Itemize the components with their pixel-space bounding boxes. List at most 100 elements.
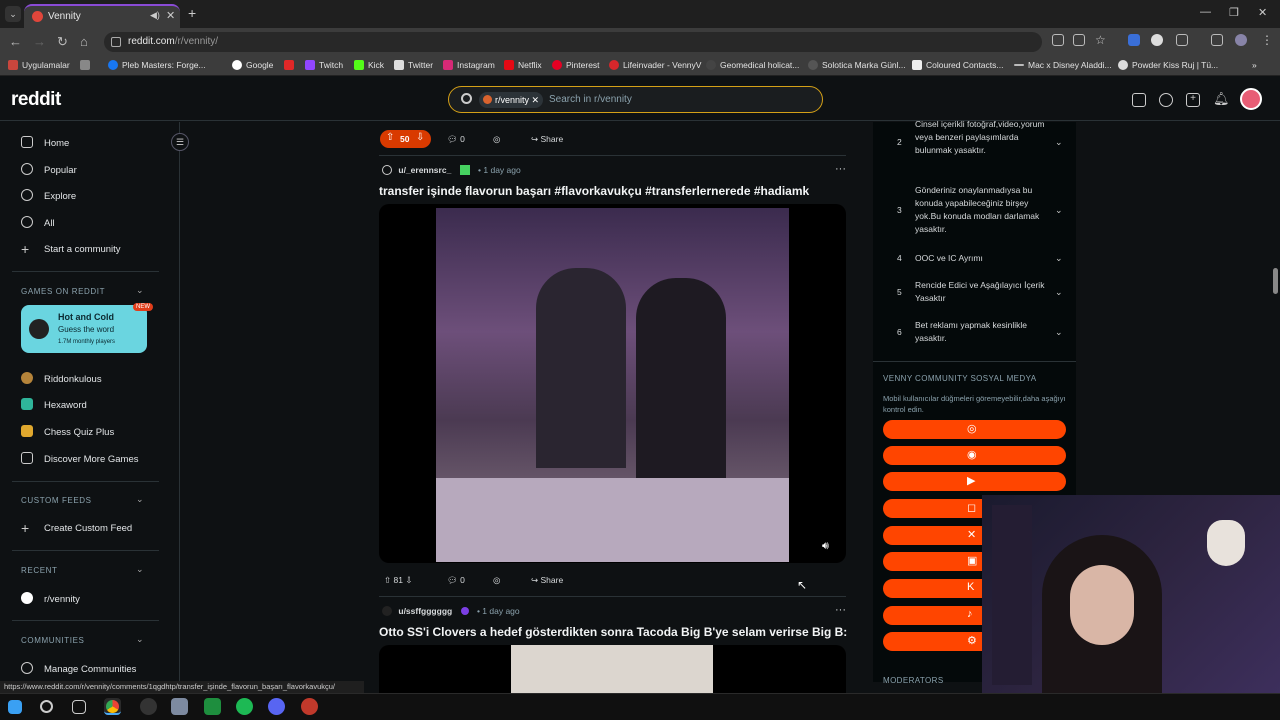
youtube-button[interactable]: ▶ bbox=[883, 472, 1066, 491]
rule-item[interactable]: 6 Bet reklamı yapmak kesinlikle yasaktır.… bbox=[883, 319, 1063, 347]
globe-button[interactable]: ◎ bbox=[883, 420, 1066, 439]
new-tab-button[interactable]: + bbox=[188, 5, 196, 21]
extension-icon[interactable] bbox=[1128, 34, 1140, 46]
bookmark-item[interactable]: Twitch bbox=[305, 60, 343, 70]
game-item[interactable]: Chess Quiz Plus bbox=[21, 425, 114, 438]
more-options-icon[interactable]: ··· bbox=[835, 604, 846, 616]
nav-start-community[interactable]: + Start a community bbox=[21, 242, 121, 256]
rule-item[interactable]: 2 Cinsel içerikli fotoğraf,video,yorum ve… bbox=[883, 118, 1063, 172]
bookmark-item[interactable]: Twitter bbox=[394, 60, 433, 70]
game-item[interactable]: Discover More Games bbox=[21, 452, 139, 465]
audio-icon[interactable]: ◀) bbox=[150, 10, 160, 21]
share-button[interactable]: ↪ Share bbox=[531, 134, 563, 145]
bookmark-item[interactable]: Netflix bbox=[504, 60, 542, 70]
comments-button[interactable]: 💬︎ 0 bbox=[447, 134, 465, 145]
back-icon[interactable]: ← bbox=[9, 34, 22, 49]
award-icon[interactable]: ◎ bbox=[493, 575, 500, 586]
minimize-button[interactable]: — bbox=[1200, 6, 1211, 18]
game-item[interactable]: Hexaword bbox=[21, 398, 87, 411]
chevron-down-icon[interactable]: ⌄ bbox=[136, 634, 144, 645]
create-post-icon[interactable]: + bbox=[1186, 93, 1200, 107]
bookmark-item[interactable] bbox=[80, 60, 94, 70]
advertise-icon[interactable] bbox=[1132, 93, 1146, 107]
avatar[interactable] bbox=[1240, 88, 1262, 110]
bookmark-item[interactable]: Powder Kiss Ruj | Tü... bbox=[1118, 60, 1218, 70]
vote-pill[interactable]: ⇧ 50 ⇩ bbox=[380, 130, 431, 148]
post-author[interactable]: u/_erennsrc_ bbox=[398, 165, 451, 175]
obs-icon[interactable] bbox=[140, 698, 157, 715]
post-image[interactable] bbox=[379, 645, 846, 693]
vote-pill[interactable]: ⇧ 81 ⇩ bbox=[384, 575, 412, 586]
windows-start-icon[interactable] bbox=[8, 700, 22, 714]
post-title[interactable]: Otto SS'i Clovers a hedef gösterdikten s… bbox=[379, 625, 847, 639]
share-button[interactable]: ↪ Share bbox=[531, 575, 563, 586]
bookmark-item[interactable]: Pleb Masters: Forge... bbox=[108, 60, 206, 70]
bookmark-star-icon[interactable]: ☆ bbox=[1095, 33, 1106, 47]
forward-icon[interactable]: → bbox=[33, 34, 46, 49]
rule-item[interactable]: 4 OOC ve IC Ayrımı ⌄ bbox=[883, 252, 1063, 266]
subreddit-search-chip[interactable]: r/vennity ✕ bbox=[479, 92, 544, 108]
extensions-puzzle-icon[interactable] bbox=[1176, 34, 1188, 46]
rule-item[interactable]: 3 Gönderiniz onaylanmadıysa bu konuda yap… bbox=[883, 184, 1063, 238]
extension-icon[interactable] bbox=[1151, 34, 1163, 46]
bookmark-item[interactable]: Coloured Contacts... bbox=[912, 60, 1003, 70]
featured-game-card[interactable]: Hot and Cold Guess the word 1.7M monthly… bbox=[21, 303, 153, 353]
bookmark-item[interactable]: Lifeinvader - VennyV bbox=[609, 60, 701, 70]
post-author[interactable]: u/ssffgggggg bbox=[398, 606, 452, 616]
browser-tab[interactable]: Vennity ◀) ✕ bbox=[24, 4, 180, 28]
recent-item[interactable]: r/vennity bbox=[21, 592, 80, 605]
chrome-icon[interactable] bbox=[104, 698, 121, 715]
profile-icon[interactable] bbox=[1235, 34, 1247, 46]
close-tab-icon[interactable]: ✕ bbox=[166, 9, 175, 22]
discord-icon[interactable] bbox=[268, 698, 285, 715]
calculator-icon[interactable] bbox=[171, 698, 188, 715]
bookmark-item[interactable]: Google bbox=[232, 60, 273, 70]
bookmark-item[interactable]: Kick bbox=[354, 60, 384, 70]
nav-home[interactable]: Home bbox=[21, 136, 69, 149]
notifications-icon[interactable]: 🔔︎ bbox=[1213, 91, 1230, 107]
collapse-sidebar-button[interactable]: ☰ bbox=[171, 133, 189, 151]
search-input[interactable]: r/vennity ✕ Search in r/vennity bbox=[448, 86, 823, 113]
spotify-icon[interactable] bbox=[236, 698, 253, 715]
bookmark-item[interactable]: Solotica Marka Günl... bbox=[808, 60, 906, 70]
bookmark-item[interactable]: Uygulamalar bbox=[8, 60, 70, 70]
scrollbar-thumb[interactable] bbox=[1273, 268, 1278, 294]
close-window-button[interactable]: ✕ bbox=[1258, 6, 1267, 19]
reddit-logo[interactable]: reddit bbox=[11, 89, 61, 111]
award-icon[interactable]: ◎ bbox=[493, 134, 500, 145]
bookmark-item[interactable]: Instagram bbox=[443, 60, 495, 70]
downvote-icon[interactable]: ⇩ bbox=[416, 132, 424, 143]
reload-icon[interactable]: ↻ bbox=[57, 34, 68, 50]
task-view-icon[interactable] bbox=[72, 700, 86, 714]
volume-icon[interactable]: 🔊︎ bbox=[822, 540, 829, 553]
game-item[interactable]: Riddonkulous bbox=[21, 372, 102, 385]
chevron-down-icon[interactable]: ⌄ bbox=[136, 494, 144, 505]
comments-button[interactable]: 💬︎ 0 bbox=[447, 575, 465, 586]
app-icon[interactable] bbox=[301, 698, 318, 715]
tab-search-button[interactable]: ⌄ bbox=[5, 6, 21, 22]
bookmark-item[interactable]: Geomedical holicat... bbox=[706, 60, 799, 70]
home-icon[interactable]: ⌂ bbox=[80, 34, 88, 49]
chevron-down-icon[interactable]: ⌄ bbox=[136, 285, 144, 296]
search-icon[interactable] bbox=[40, 700, 53, 713]
cast-icon[interactable] bbox=[1052, 34, 1064, 46]
bookmark-item[interactable] bbox=[284, 60, 298, 70]
chevron-down-icon[interactable]: ⌄ bbox=[136, 564, 144, 575]
bookmark-item[interactable]: Mac x Disney Aladdi... bbox=[1014, 60, 1112, 70]
nav-all[interactable]: All bbox=[21, 216, 55, 229]
nav-explore[interactable]: Explore bbox=[21, 189, 76, 202]
bookmark-item[interactable]: Pinterest bbox=[552, 60, 600, 70]
site-info-icon[interactable] bbox=[111, 37, 121, 47]
more-options-icon[interactable]: ··· bbox=[835, 163, 846, 175]
menu-icon[interactable]: ⋮ bbox=[1261, 33, 1273, 47]
bookmarks-overflow-icon[interactable]: » bbox=[1252, 60, 1257, 70]
upvote-icon[interactable]: ⇧ bbox=[386, 132, 394, 143]
create-custom-feed[interactable]: + Create Custom Feed bbox=[21, 521, 132, 535]
manage-communities[interactable]: Manage Communities bbox=[21, 662, 136, 675]
reading-list-icon[interactable] bbox=[1211, 34, 1223, 46]
discord-button[interactable]: ◉ bbox=[883, 446, 1066, 465]
rule-item[interactable]: 5 Rencide Edici ve Aşağılayıcı İçerik Yas… bbox=[883, 279, 1063, 307]
post-title[interactable]: transfer işinde flavorun başarı #flavork… bbox=[379, 184, 809, 198]
address-bar[interactable]: reddit.com/r/vennity/ bbox=[104, 32, 1042, 52]
translate-icon[interactable] bbox=[1073, 34, 1085, 46]
